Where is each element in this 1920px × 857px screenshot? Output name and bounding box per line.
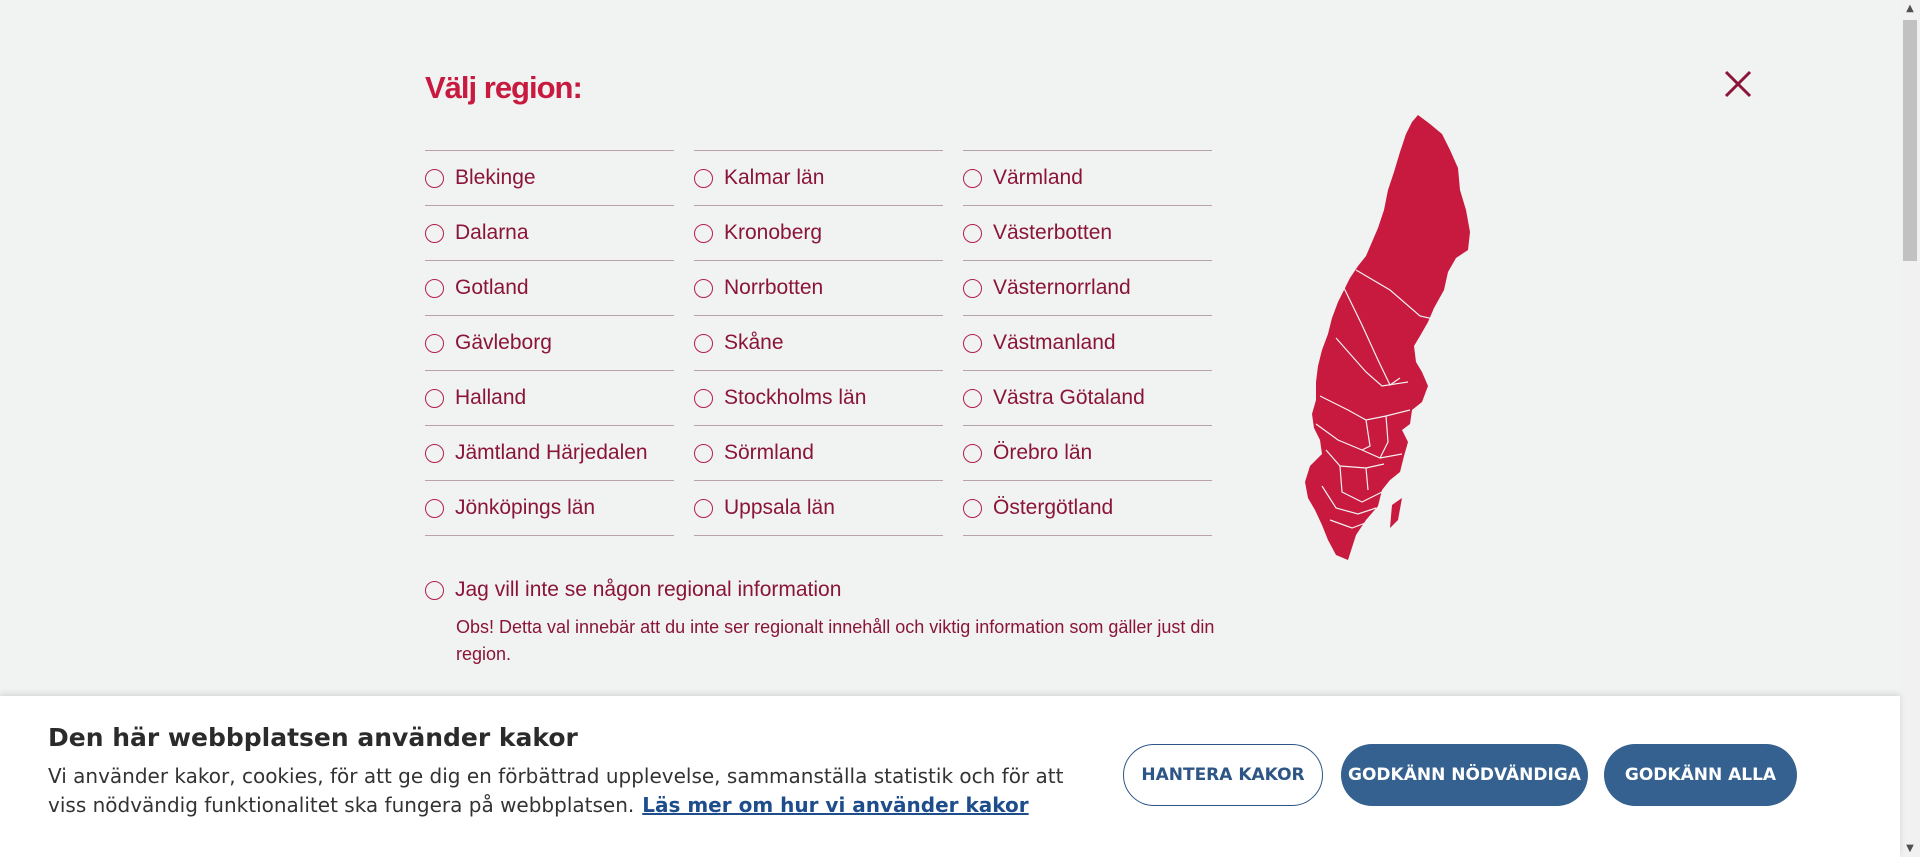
region-label: Västra Götaland [993,386,1145,409]
close-button[interactable] [1722,68,1754,100]
region-label: Gotland [455,276,529,299]
region-column-1: Blekinge Dalarna Gotland Gävleborg Halla… [425,150,674,536]
region-option[interactable]: Norrbotten [694,261,943,316]
radio-icon[interactable] [694,498,713,518]
region-option[interactable]: Halland [425,371,674,426]
scrollbar-thumb[interactable] [1903,20,1917,261]
region-option[interactable]: Gotland [425,261,674,316]
region-label: Gävleborg [455,331,552,354]
radio-icon[interactable] [694,443,713,463]
region-option[interactable]: Västernorrland [963,261,1212,316]
radio-icon[interactable] [425,443,444,463]
region-label: Halland [455,386,527,409]
region-label: Stockholms län [724,386,867,409]
radio-icon[interactable] [963,333,982,353]
region-label: Värmland [993,166,1083,189]
radio-icon[interactable] [425,168,444,188]
region-option[interactable]: Gävleborg [425,316,674,371]
region-label: Jönköpings län [455,496,596,519]
region-option[interactable]: Västerbotten [963,206,1212,261]
cookie-text: Vi använder kakor, cookies, för att ge d… [48,762,1068,820]
region-option[interactable]: Östergötland [963,481,1212,536]
region-label: Kalmar län [724,166,825,189]
region-label: Dalarna [455,221,529,244]
cookie-info-link[interactable]: Läs mer om hur vi använder kakor [642,793,1028,817]
close-icon [1724,70,1752,98]
region-option[interactable]: Stockholms län [694,371,943,426]
region-label: Östergötland [993,496,1114,519]
region-option[interactable]: Västmanland [963,316,1212,371]
region-option[interactable]: Värmland [963,151,1212,206]
sweden-map[interactable] [1270,110,1480,560]
region-label: Örebro län [993,441,1093,464]
radio-icon[interactable] [425,278,444,298]
radio-icon[interactable] [425,388,444,408]
region-option[interactable]: Jämtland Härjedalen [425,426,674,481]
radio-icon[interactable] [963,223,982,243]
region-label: Västernorrland [993,276,1131,299]
scroll-up-arrow-icon[interactable]: ▲ [1900,0,1920,17]
region-option[interactable]: Sörmland [694,426,943,481]
accept-all-button[interactable]: GODKÄNN ALLA [1604,744,1797,806]
region-option[interactable]: Uppsala län [694,481,943,536]
no-region-note: Obs! Detta val innebär att du inte ser r… [456,617,1215,664]
no-region-label: Jag vill inte se någon regional informat… [455,578,842,601]
sweden-map-icon [1305,115,1470,560]
manage-cookies-button[interactable]: HANTERA KAKOR [1123,744,1323,806]
radio-icon[interactable] [963,443,982,463]
radio-icon[interactable] [694,278,713,298]
radio-icon[interactable] [694,223,713,243]
region-option[interactable]: Skåne [694,316,943,371]
radio-icon[interactable] [425,333,444,353]
region-option[interactable]: Jönköpings län [425,481,674,536]
region-column-2: Kalmar län Kronoberg Norrbotten Skåne St… [694,150,943,536]
region-label: Uppsala län [724,496,835,519]
radio-icon[interactable] [694,388,713,408]
scroll-down-arrow-icon[interactable]: ▼ [1900,840,1920,857]
cookie-title: Den här webbplatsen använder kakor [48,723,578,752]
region-option[interactable]: Västra Götaland [963,371,1212,426]
region-column-3: Värmland Västerbotten Västernorrland Väs… [963,150,1212,536]
region-option[interactable]: Blekinge [425,151,674,206]
no-region-option[interactable]: Jag vill inte se någon regional informat… [425,578,841,602]
region-label: Norrbotten [724,276,824,299]
radio-icon[interactable] [425,580,444,600]
radio-icon[interactable] [963,278,982,298]
region-option[interactable]: Dalarna [425,206,674,261]
radio-icon[interactable] [963,168,982,188]
radio-icon[interactable] [963,498,982,518]
radio-icon[interactable] [694,333,713,353]
region-label: Blekinge [455,166,536,189]
radio-icon[interactable] [963,388,982,408]
region-option[interactable]: Kalmar län [694,151,943,206]
region-label: Sörmland [724,441,814,464]
modal-title: Välj region: [425,70,583,105]
scrollbar[interactable]: ▲ ▼ [1900,0,1920,857]
radio-icon[interactable] [694,168,713,188]
radio-icon[interactable] [425,223,444,243]
region-label: Kronoberg [724,221,823,244]
region-label: Västmanland [993,331,1116,354]
accept-necessary-button[interactable]: GODKÄNN NÖDVÄNDIGA [1341,744,1588,806]
region-label: Jämtland Härjedalen [455,441,648,464]
radio-icon[interactable] [425,498,444,518]
region-option[interactable]: Kronoberg [694,206,943,261]
region-label: Västerbotten [993,221,1113,244]
region-label: Skåne [724,331,784,354]
region-option[interactable]: Örebro län [963,426,1212,481]
cookie-banner: Den här webbplatsen använder kakor Vi an… [0,696,1900,857]
